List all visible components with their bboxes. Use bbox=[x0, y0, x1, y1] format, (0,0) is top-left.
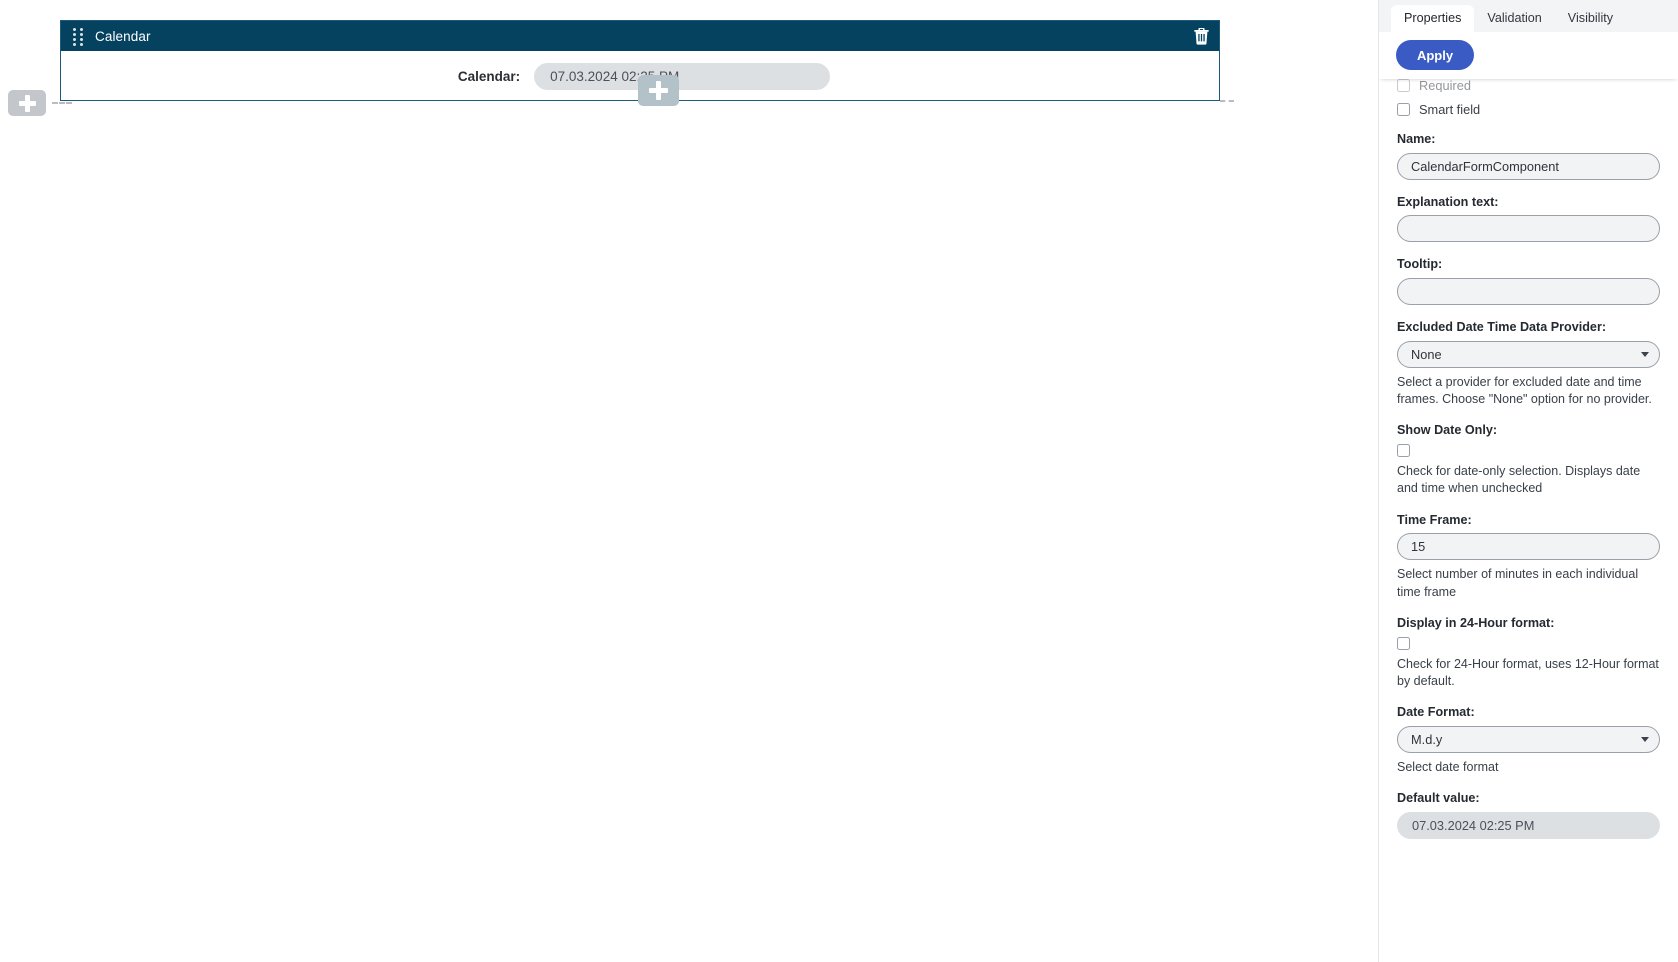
calendar-field-label: Calendar: bbox=[457, 68, 521, 84]
tab-properties[interactable]: Properties bbox=[1391, 5, 1475, 32]
date-format-label: Date Format: bbox=[1397, 705, 1475, 720]
tooltip-input[interactable] bbox=[1397, 278, 1660, 306]
smart-field-label: Smart field bbox=[1419, 102, 1481, 117]
display-24h-checkbox[interactable] bbox=[1397, 636, 1410, 650]
calendar-date-input[interactable] bbox=[534, 62, 831, 90]
time-frame-hint: Select number of minutes in each individ… bbox=[1397, 567, 1639, 599]
form-canvas: Calendar Calendar: bbox=[0, 0, 1378, 962]
display-24h-label: Display in 24-Hour format: bbox=[1397, 615, 1555, 630]
date-format-select-wrap: M.d.y bbox=[1397, 725, 1660, 753]
name-label: Name: bbox=[1397, 132, 1436, 146]
required-label: Required bbox=[1419, 79, 1471, 92]
show-date-only-label: Show Date Only: bbox=[1397, 423, 1498, 438]
required-row[interactable]: Required bbox=[1397, 79, 1660, 92]
properties-panel: Properties Validation Visibility Apply R… bbox=[1378, 0, 1678, 962]
default-value-label: Default value: bbox=[1397, 791, 1480, 806]
apply-button[interactable]: Apply bbox=[1396, 40, 1474, 70]
component-header: Calendar bbox=[61, 21, 1219, 51]
tab-validation[interactable]: Validation bbox=[1474, 5, 1554, 32]
add-component-button-inline[interactable] bbox=[638, 75, 679, 106]
panel-tab-bar: Properties Validation Visibility bbox=[1379, 0, 1678, 32]
excluded-provider-label: Excluded Date Time Data Provider: bbox=[1397, 320, 1607, 335]
explanation-text-label: Explanation text: bbox=[1397, 194, 1499, 209]
display-24h-hint: Check for 24-Hour format, uses 12-Hour f… bbox=[1397, 656, 1659, 688]
panel-action-bar: Apply bbox=[1379, 32, 1678, 79]
tab-visibility[interactable]: Visibility bbox=[1555, 5, 1626, 32]
show-date-only-hint: Check for date-only selection. Displays … bbox=[1397, 464, 1641, 496]
time-frame-input[interactable] bbox=[1397, 533, 1660, 561]
properties-scroll-area[interactable]: Required Smart field Name: Explanation t… bbox=[1379, 79, 1678, 962]
excluded-provider-hint: Select a provider for excluded date and … bbox=[1397, 374, 1652, 407]
tooltip-label: Tooltip: bbox=[1397, 257, 1443, 272]
smart-field-checkbox[interactable] bbox=[1397, 103, 1410, 116]
explanation-text-input[interactable] bbox=[1397, 215, 1660, 243]
plus-icon bbox=[24, 94, 30, 112]
plus-icon bbox=[656, 81, 661, 100]
required-checkbox[interactable] bbox=[1397, 79, 1410, 92]
show-date-only-checkbox[interactable] bbox=[1397, 444, 1410, 458]
smart-field-row[interactable]: Smart field bbox=[1397, 102, 1660, 117]
default-value-field[interactable]: 07.03.2024 02:25 PM bbox=[1397, 811, 1660, 839]
time-frame-label: Time Frame: bbox=[1397, 512, 1472, 527]
add-component-button-left[interactable] bbox=[8, 90, 46, 116]
date-format-select[interactable]: M.d.y bbox=[1397, 725, 1660, 753]
connector-dash-left bbox=[52, 102, 72, 104]
trash-icon[interactable] bbox=[1194, 27, 1209, 45]
canvas-add-slot bbox=[8, 90, 72, 118]
drag-handle-icon[interactable] bbox=[73, 28, 83, 46]
name-input[interactable] bbox=[1397, 152, 1660, 180]
calendar-component-card[interactable]: Calendar Calendar: bbox=[60, 20, 1220, 106]
excluded-provider-select-wrap: None bbox=[1397, 340, 1660, 368]
date-format-hint: Select date format bbox=[1397, 759, 1499, 774]
excluded-provider-select[interactable]: None bbox=[1397, 340, 1660, 368]
connector-dash-right bbox=[1220, 100, 1234, 102]
component-title: Calendar bbox=[95, 28, 151, 44]
component-body: Calendar: bbox=[61, 51, 1219, 106]
